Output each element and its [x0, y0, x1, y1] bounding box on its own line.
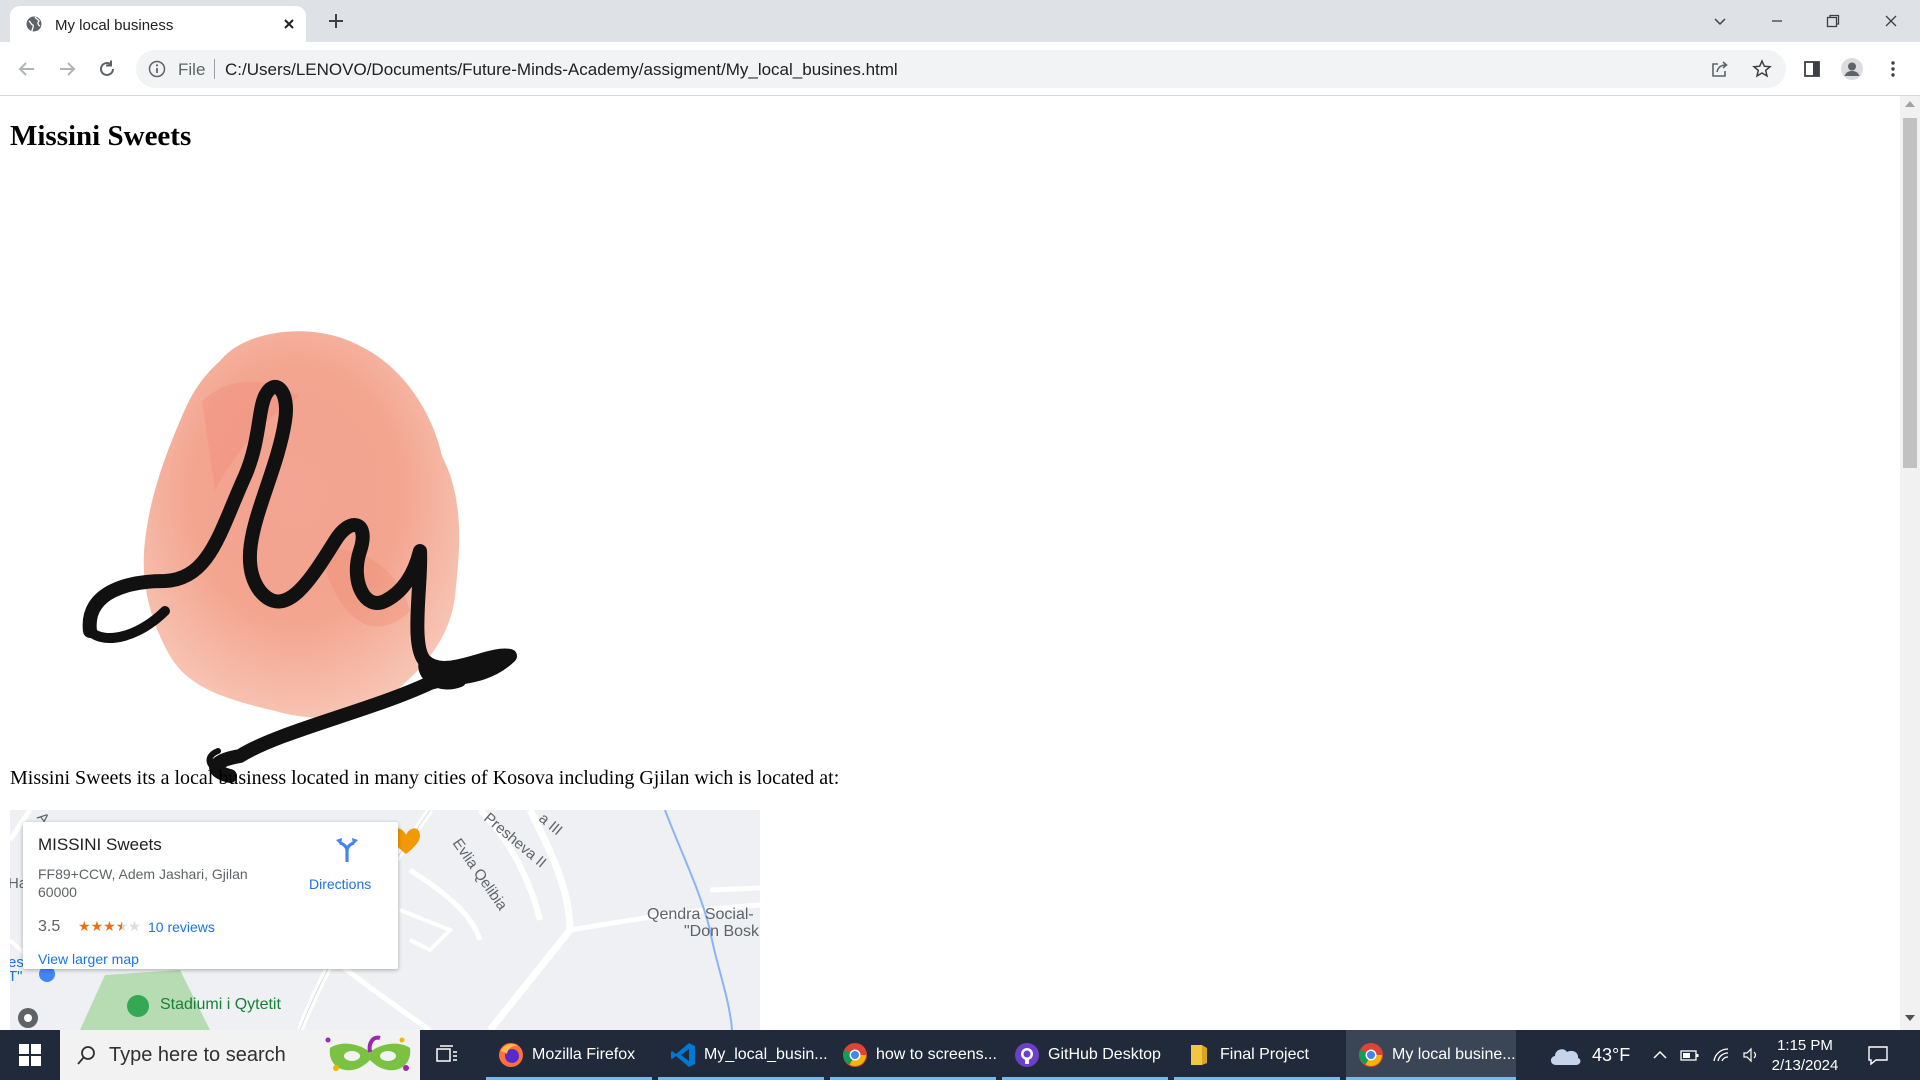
folder-icon [1186, 1042, 1212, 1068]
browser-menu-icon[interactable] [1880, 56, 1906, 82]
taskbar-app-label: how to screens... [876, 1046, 997, 1063]
weather-widget[interactable]: 43°F [1548, 1030, 1630, 1080]
bookmark-star-icon[interactable] [1752, 59, 1772, 79]
place-info-card: MISSINI Sweets FF89+CCW, Adem Jashari, G… [23, 822, 398, 969]
taskbar-app-label: My local busine... [1392, 1046, 1516, 1063]
view-larger-map-link[interactable]: View larger map [38, 951, 139, 967]
address-bar[interactable]: File C:/Users/LENOVO/Documents/Future-Mi… [136, 50, 1786, 88]
taskbar-search-box[interactable]: Type here to search [60, 1030, 420, 1080]
rating-stars-icon: ★★★★★ [78, 918, 141, 934]
page-title: Missini Sweets [10, 120, 192, 152]
profile-avatar-icon[interactable] [1839, 56, 1865, 82]
volume-icon[interactable] [1742, 1047, 1762, 1063]
restore-icon[interactable] [1820, 8, 1846, 34]
business-description: Missini Sweets its a local business loca… [10, 767, 840, 789]
clock-date: 2/13/2024 [1771, 1057, 1839, 1074]
tab-title: My local business [55, 17, 174, 34]
github-icon [1014, 1042, 1040, 1068]
url-separator [214, 59, 215, 79]
reload-icon[interactable] [94, 56, 120, 82]
map-label-place: Qendra Social- [647, 906, 754, 923]
share-icon[interactable] [1710, 59, 1730, 79]
firefox-icon [498, 1042, 524, 1068]
close-tab-icon[interactable] [280, 15, 298, 33]
side-panel-icon[interactable] [1799, 56, 1825, 82]
weather-temperature: 43°F [1592, 1044, 1631, 1065]
globe-icon [26, 16, 42, 32]
place-name: MISSINI Sweets [38, 835, 162, 854]
url-scheme: File [178, 60, 206, 79]
taskbar-app-explorer[interactable]: Final Project [1174, 1030, 1340, 1080]
forward-arrow-icon[interactable] [54, 56, 80, 82]
battery-icon[interactable] [1680, 1047, 1700, 1063]
embedded-map[interactable]: Presheva II a III Evlia Qelibia Qendra S… [10, 810, 760, 1030]
business-logo [70, 251, 540, 791]
scroll-down-arrow-icon[interactable] [1905, 1014, 1915, 1022]
taskbar-app-vscode[interactable]: My_local_busin... [658, 1030, 828, 1080]
task-view-icon[interactable] [436, 1044, 458, 1066]
search-placeholder: Type here to search [109, 1044, 286, 1066]
browser-toolbar: File C:/Users/LENOVO/Documents/Future-Mi… [0, 42, 1920, 96]
map-label-edge: T" [10, 968, 23, 985]
scrollbar-thumb[interactable] [1903, 118, 1917, 468]
map-label-stadium: Stadiumi i Qytetit [160, 996, 281, 1013]
directions-link[interactable]: Directions [309, 876, 371, 892]
vscode-icon [670, 1042, 696, 1068]
system-tray [1652, 1030, 1762, 1080]
taskbar-app-label: My_local_busin... [704, 1046, 828, 1063]
search-icon [75, 1045, 97, 1067]
back-arrow-icon[interactable] [14, 56, 40, 82]
new-tab-plus-icon[interactable] [325, 10, 347, 32]
minimize-icon[interactable] [1764, 8, 1790, 34]
page-content: Missini Sweets Missini Sweets its a loca… [0, 96, 1900, 1030]
taskbar-app-chrome-active[interactable]: My local busine... [1346, 1030, 1516, 1080]
taskbar-app-label: Final Project [1220, 1046, 1309, 1063]
tray-chevron-up-icon[interactable] [1652, 1047, 1668, 1063]
map-label-place: "Don Bosk [684, 923, 760, 940]
url-text[interactable]: C:/Users/LENOVO/Documents/Future-Minds-A… [225, 60, 898, 80]
place-rating: 3.5 [38, 918, 61, 935]
taskbar-clock[interactable]: 1:15 PM 2/13/2024 [1760, 1036, 1850, 1076]
taskbar-app-firefox[interactable]: Mozilla Firefox [486, 1030, 652, 1080]
windows-taskbar: Type here to search Mozilla Firefox My_l… [0, 1030, 1920, 1080]
taskbar-app-label: GitHub Desktop [1048, 1046, 1161, 1063]
directions-icon[interactable] [335, 836, 359, 862]
place-address: FF89+CCW, Adem Jashari, Gjilan 60000 [38, 866, 248, 900]
taskbar-app-github[interactable]: GitHub Desktop [1002, 1030, 1168, 1080]
close-window-icon[interactable] [1878, 8, 1904, 34]
taskbar-app-label: Mozilla Firefox [532, 1046, 636, 1063]
tab-strip: My local business [0, 0, 1920, 42]
cloud-icon [1548, 1043, 1582, 1067]
browser-tab[interactable]: My local business [10, 6, 306, 42]
scroll-up-arrow-icon[interactable] [1905, 100, 1915, 108]
chrome-icon [1358, 1042, 1384, 1068]
windows-start-icon[interactable] [0, 1030, 60, 1080]
notifications-icon[interactable] [1867, 1044, 1889, 1066]
page-scrollbar[interactable] [1900, 96, 1920, 1030]
carnival-mask-icon[interactable] [322, 1034, 418, 1076]
wifi-icon[interactable] [1712, 1047, 1732, 1063]
site-info-icon[interactable] [148, 60, 166, 78]
chrome-icon [842, 1042, 868, 1068]
clock-time: 1:15 PM [1777, 1037, 1833, 1054]
tab-search-chevron-icon[interactable] [1707, 8, 1733, 34]
taskbar-app-chrome[interactable]: how to screens... [830, 1030, 997, 1080]
reviews-link[interactable]: 10 reviews [148, 919, 215, 935]
